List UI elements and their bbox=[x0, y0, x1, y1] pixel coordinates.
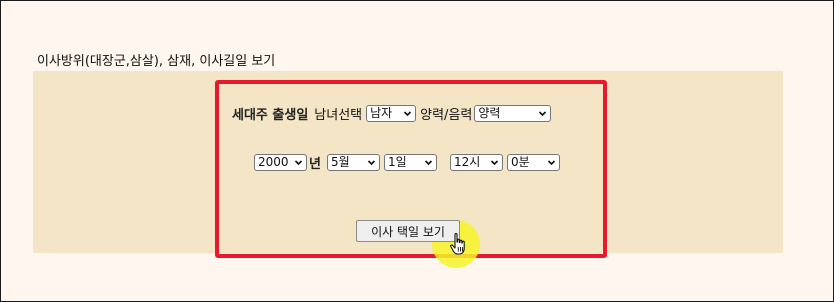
minute-select[interactable]: 0분 bbox=[506, 154, 560, 171]
page-title: 이사방위(대장군,삼살), 삼재, 이사길일 보기 bbox=[37, 54, 276, 69]
month-select[interactable]: 5월 bbox=[326, 154, 380, 171]
calendar-type-select[interactable]: 양력 bbox=[474, 105, 552, 122]
chevron-down-icon bbox=[367, 158, 376, 167]
view-moving-date-button[interactable]: 이사 택일 보기 bbox=[356, 220, 460, 242]
year-select-value: 2000 bbox=[258, 155, 289, 169]
page-frame: 이사방위(대장군,삼살), 삼재, 이사길일 보기 세대주 출생일 남녀선택 남… bbox=[0, 0, 834, 302]
day-select-value: 1일 bbox=[387, 155, 407, 169]
gender-select[interactable]: 남자 bbox=[366, 105, 417, 122]
minute-select-value: 0분 bbox=[510, 155, 530, 169]
gender-label: 남녀선택 bbox=[314, 108, 363, 123]
day-select[interactable]: 1일 bbox=[383, 154, 437, 171]
year-unit-label: 년 bbox=[309, 157, 321, 172]
form-row-datetime: 2000 년 5월 1일 12시 0분 bbox=[254, 153, 560, 172]
calendar-type-select-value: 양력 bbox=[478, 106, 501, 120]
calendar-type-label: 양력/음력 bbox=[420, 108, 473, 123]
chevron-down-icon bbox=[547, 158, 556, 167]
chevron-down-icon bbox=[424, 158, 433, 167]
chevron-down-icon bbox=[490, 158, 499, 167]
hour-select[interactable]: 12시 bbox=[449, 154, 503, 171]
year-select[interactable]: 2000 bbox=[254, 154, 307, 171]
hour-select-value: 12시 bbox=[453, 155, 481, 169]
birth-date-label: 세대주 출생일 bbox=[232, 108, 309, 123]
chevron-down-icon bbox=[294, 158, 303, 167]
gender-select-value: 남자 bbox=[370, 106, 393, 120]
chevron-down-icon bbox=[403, 109, 412, 118]
form-row-top: 세대주 출생일 남녀선택 남자 양력/음력 양력 bbox=[232, 104, 552, 123]
month-select-value: 5월 bbox=[330, 155, 350, 169]
hand-pointer-icon bbox=[449, 232, 469, 256]
chevron-down-icon bbox=[538, 109, 547, 118]
